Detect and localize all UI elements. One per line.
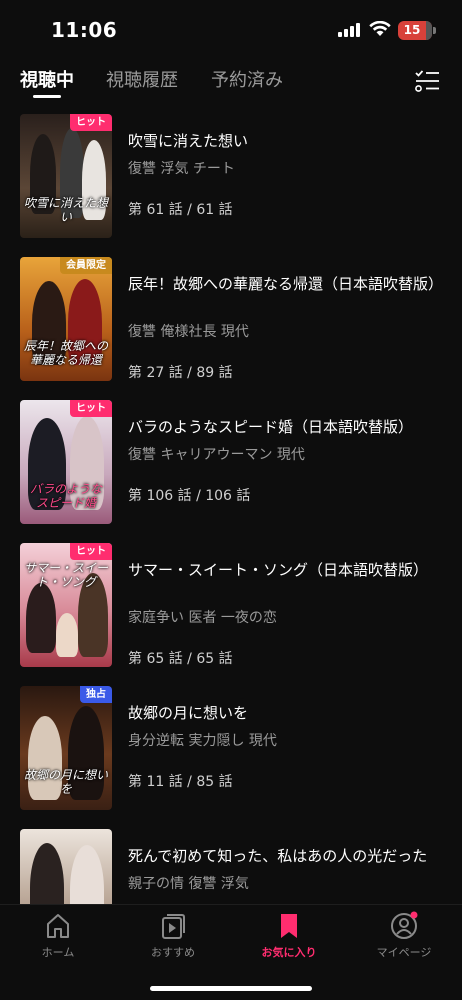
list-item[interactable]: ヒット 吹雪に消えた想い 吹雪に消えた想い 復讐 浮気 チート 第 61 話 /… (0, 112, 462, 238)
item-title: 吹雪に消えた想い (128, 132, 249, 150)
nav-home-label: ホーム (41, 946, 75, 959)
poster-image (20, 829, 112, 904)
poster-title-text: 辰年！故郷への華麗なる帰還 (24, 339, 109, 367)
watching-list: ヒット 吹雪に消えた想い 吹雪に消えた想い 復讐 浮気 チート 第 61 話 /… (0, 112, 462, 904)
hit-badge: ヒット (70, 114, 112, 131)
tab-history[interactable]: 視聴履歴 (106, 66, 178, 92)
nav-mypage[interactable]: マイページ (358, 911, 450, 960)
item-title: バラのようなスピード婚（日本語吹替版） (128, 418, 414, 436)
members-only-badge: 会員限定 (60, 257, 112, 274)
status-bar: 11:06 15 (0, 0, 462, 60)
video-stack-icon (162, 914, 185, 939)
list-item[interactable]: 独占 故郷の月に想いを 故郷の月に想いを 身分逆転 実力隠し 現代 第 11 話… (0, 684, 462, 810)
item-progress: 第 61 話 / 61 話 (128, 202, 233, 218)
tab-watching[interactable]: 視聴中 (20, 66, 74, 92)
item-progress: 第 27 話 / 89 話 (128, 365, 233, 381)
list-item[interactable]: ヒット サマー・スイート・ソング サマー・スイート・ソング（日本語吹替版） 家庭… (0, 541, 462, 667)
list-item[interactable]: 会員限定 辰年！故郷への華麗なる帰還 辰年！故郷への華麗なる帰還（日本語吹替版）… (0, 255, 462, 381)
exclusive-badge: 独占 (80, 686, 112, 703)
item-title: 故郷の月に想いを (128, 704, 249, 722)
battery-level: 15 (403, 23, 421, 37)
item-tags: 家庭争い 医者 一夜の恋 (128, 610, 277, 626)
cellular-signal-icon (338, 23, 362, 37)
tab-reserved[interactable]: 予約済み (211, 66, 283, 92)
nav-recommend[interactable]: おすすめ (127, 911, 219, 960)
item-progress: 第 106 話 / 106 話 (128, 488, 251, 504)
item-progress: 第 11 話 / 85 話 (128, 774, 233, 790)
item-progress: 第 65 話 / 65 話 (128, 651, 233, 667)
checklist-icon[interactable] (414, 70, 440, 92)
poster-title-text: 吹雪に消えた想い (24, 196, 109, 224)
list-item[interactable]: 死んで初めて知った、私はあの人の光だった 親子の情 復讐 浮気 (0, 827, 462, 904)
hit-badge: ヒット (70, 543, 112, 560)
poster-image: ヒット サマー・スイート・ソング (20, 543, 112, 667)
home-indicator (150, 986, 312, 991)
item-tags: 復讐 キャリアウーマン 現代 (128, 447, 305, 463)
poster-title-text: バラのような スピード婚 (29, 482, 102, 510)
home-icon (47, 914, 69, 938)
item-tags: 身分逆転 実力隠し 現代 (128, 733, 277, 749)
item-tags: 親子の情 復讐 浮気 (128, 876, 249, 892)
item-title: サマー・スイート・ソング（日本語吹替版） (128, 561, 429, 579)
item-title: 死んで初めて知った、私はあの人の光だった (128, 847, 428, 865)
hit-badge: ヒット (70, 400, 112, 417)
profile-icon (391, 911, 418, 939)
nav-recommend-label: おすすめ (151, 946, 195, 959)
nav-home[interactable]: ホーム (12, 911, 104, 960)
wifi-icon (369, 21, 391, 36)
poster-image: 会員限定 辰年！故郷への華麗なる帰還 (20, 257, 112, 381)
poster-title-text: 故郷の月に想いを (24, 768, 109, 796)
battery-icon: 15 (398, 21, 436, 40)
poster-image: ヒット 吹雪に消えた想い (20, 114, 112, 238)
poster-image: 独占 故郷の月に想いを (20, 686, 112, 810)
bookmark-icon (281, 914, 297, 938)
tab-bar: 視聴中 視聴履歴 予約済み (0, 62, 462, 102)
status-time: 11:06 (51, 18, 118, 42)
nav-mypage-label: マイページ (376, 946, 432, 959)
nav-favorites[interactable]: お気に入り (243, 911, 335, 960)
list-item[interactable]: ヒット バラのような スピード婚 バラのようなスピード婚（日本語吹替版） 復讐 … (0, 398, 462, 524)
poster-image: ヒット バラのような スピード婚 (20, 400, 112, 524)
active-tab-indicator (33, 95, 61, 98)
item-title: 辰年！故郷への華麗なる帰還（日本語吹替版） (128, 275, 444, 293)
item-tags: 復讐 浮気 チート (128, 161, 235, 177)
poster-title-text: サマー・スイート・ソング (24, 561, 109, 589)
item-tags: 復讐 俺様社長 現代 (128, 324, 249, 340)
nav-favorites-label: お気に入り (261, 946, 317, 959)
